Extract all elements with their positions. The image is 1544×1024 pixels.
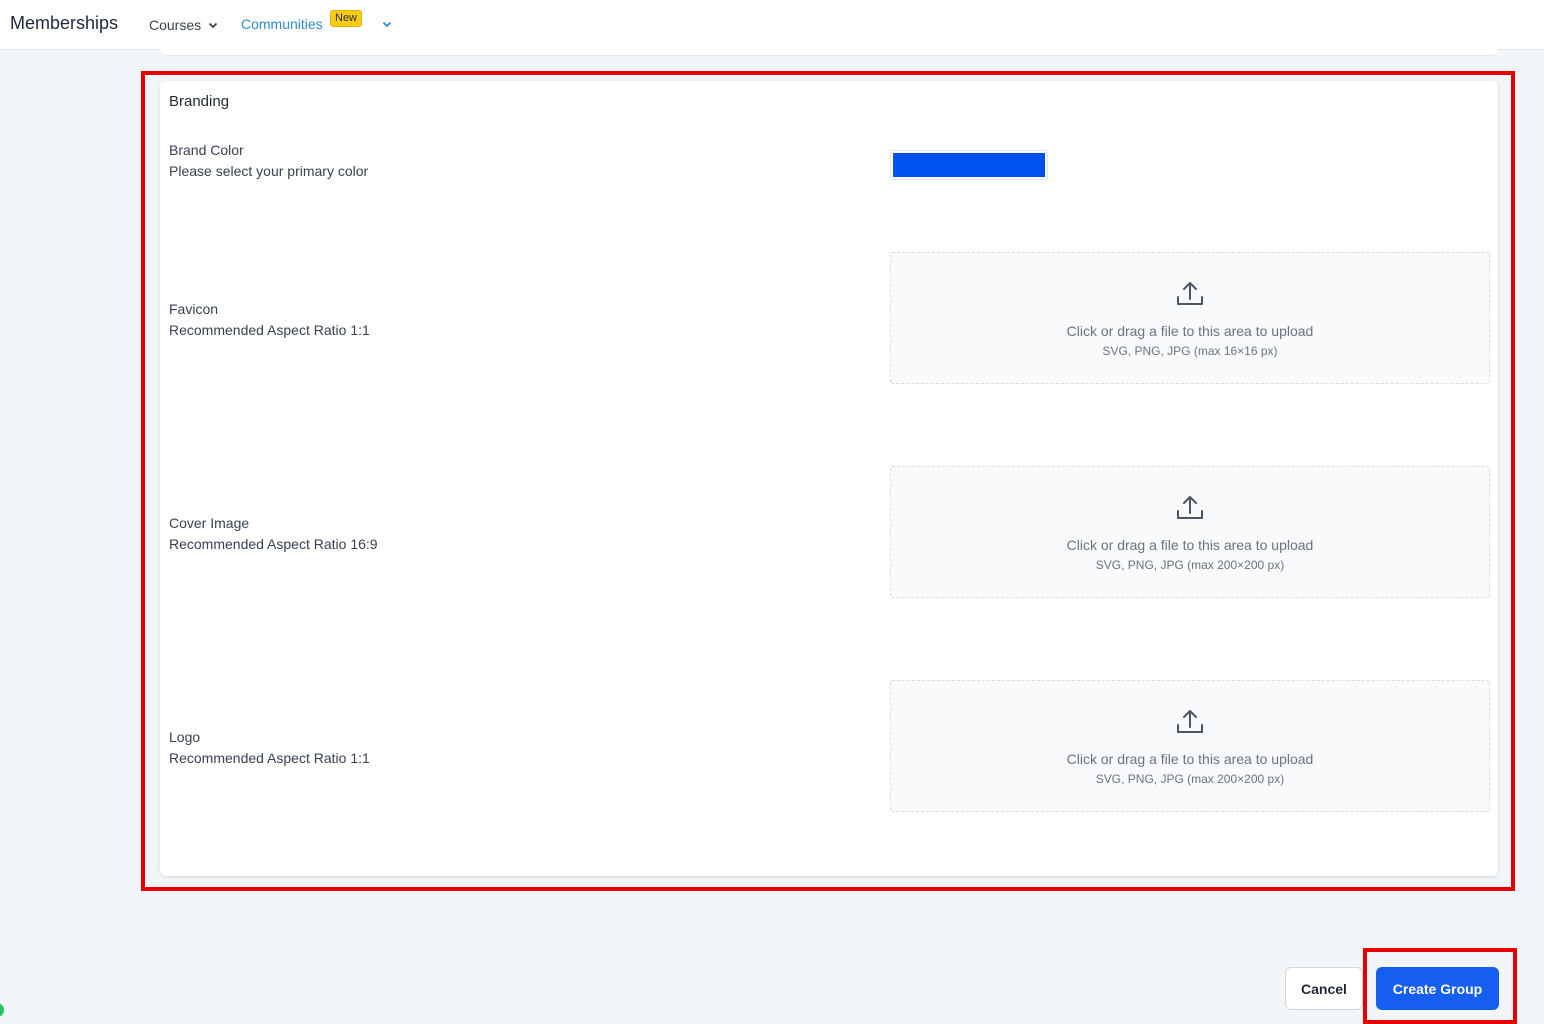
nav-courses-label: Courses [149, 17, 202, 33]
previous-section-card [160, 40, 1498, 56]
new-badge: New [330, 10, 363, 27]
cancel-button[interactable]: Cancel [1285, 967, 1363, 1010]
app-title: Memberships [10, 13, 119, 33]
highlight-box-branding [141, 71, 1515, 891]
create-group-button[interactable]: Create Group [1376, 967, 1499, 1010]
chevron-down-icon [209, 22, 218, 29]
chevron-down-icon[interactable] [381, 18, 393, 30]
status-indicator [0, 1003, 4, 1017]
nav-courses-dropdown[interactable]: Courses [149, 17, 219, 33]
tab-communities-label: Communities [241, 16, 323, 32]
